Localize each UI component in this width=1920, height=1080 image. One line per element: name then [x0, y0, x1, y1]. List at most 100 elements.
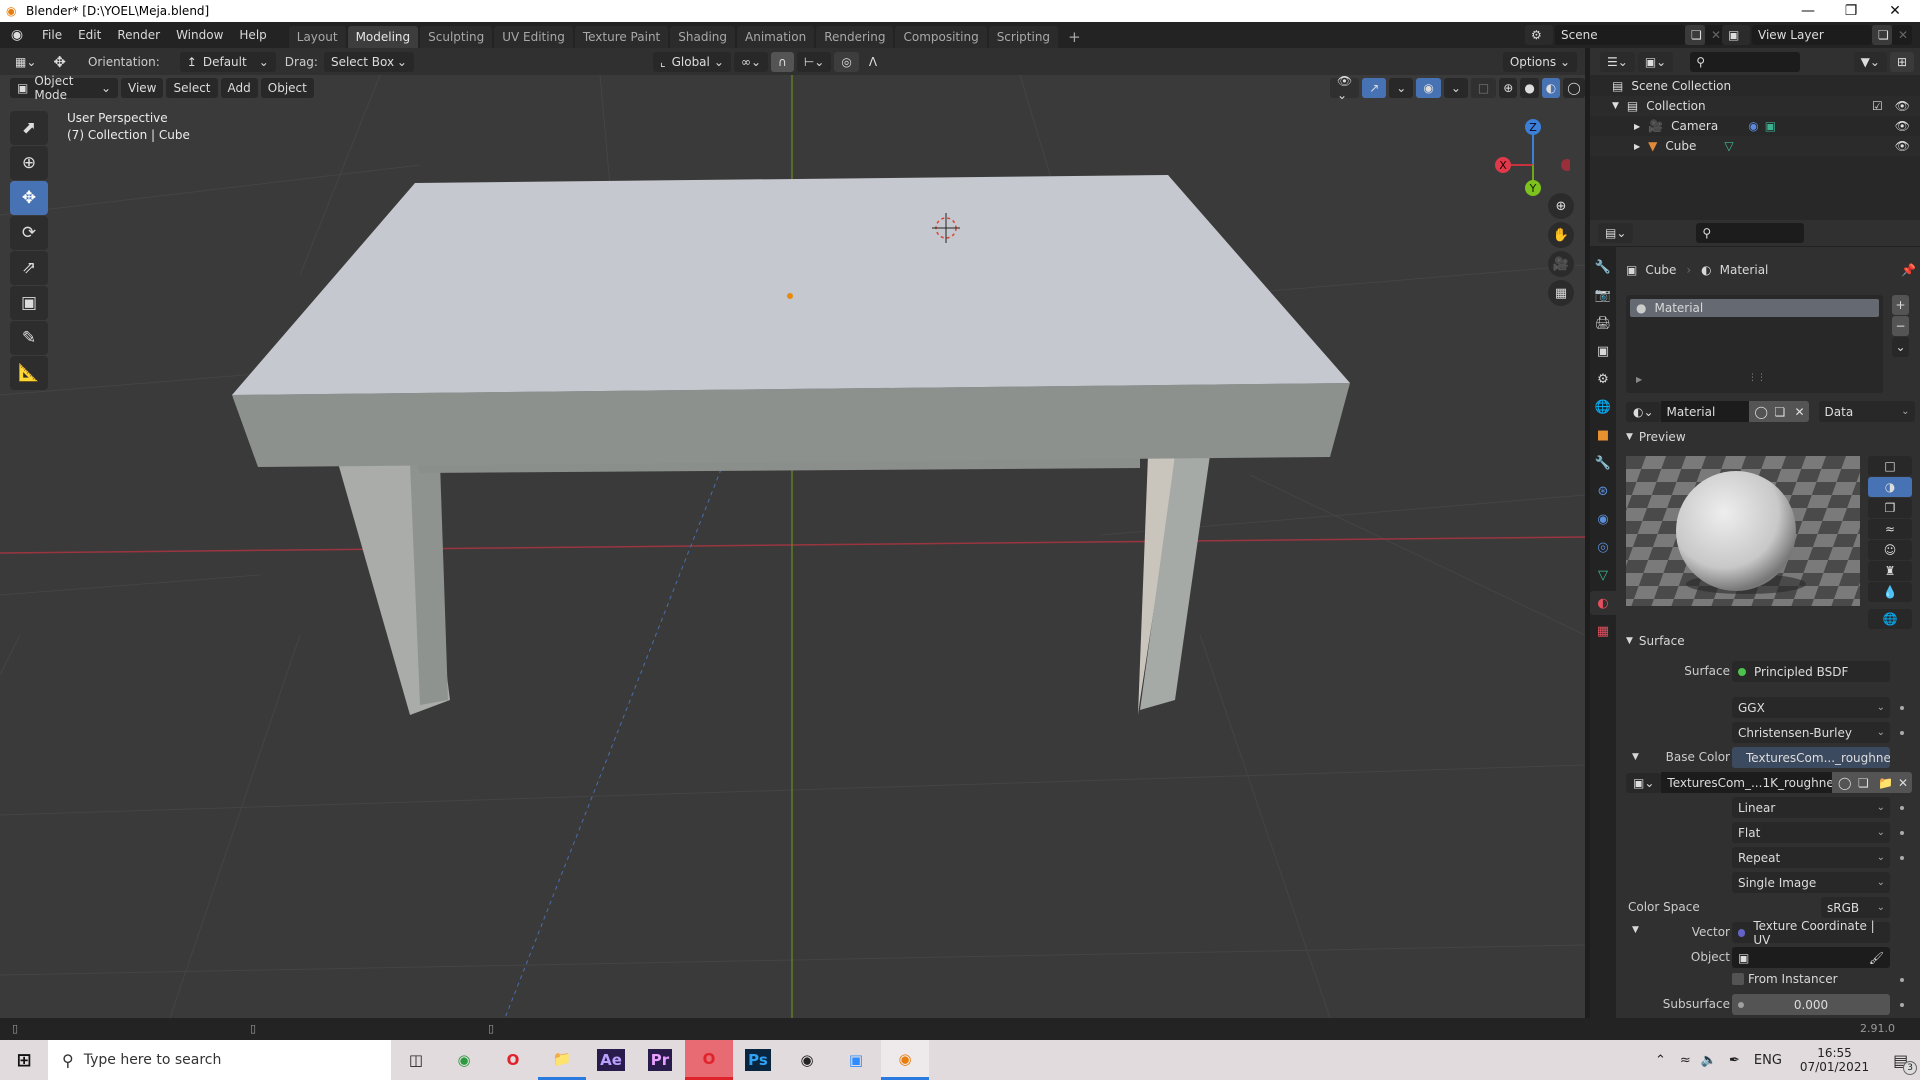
browse-image-icon[interactable]: ▣⌄: [1626, 772, 1662, 793]
camera-view-icon[interactable]: 🎥: [1548, 251, 1574, 277]
opera-icon[interactable]: O: [489, 1040, 537, 1080]
tab-uv-editing[interactable]: UV Editing: [494, 26, 573, 48]
scene-tab-icon[interactable]: ⚙: [1590, 367, 1616, 391]
preview-cube-icon[interactable]: ❐: [1868, 498, 1912, 518]
notifications-icon[interactable]: ▤ 3: [1893, 1051, 1918, 1075]
pin-icon[interactable]: 📌: [1901, 263, 1916, 277]
add-menu[interactable]: Add: [220, 77, 258, 98]
unlink-material-icon[interactable]: ✕: [1788, 401, 1809, 422]
chrome-icon[interactable]: ◉: [440, 1040, 488, 1080]
add-workspace-button[interactable]: +: [1060, 26, 1089, 48]
keyframe-dot[interactable]: [1900, 706, 1904, 710]
premiere-pro-icon[interactable]: Pr: [636, 1040, 684, 1080]
tab-modeling[interactable]: Modeling: [347, 26, 419, 48]
visibility-eye-icon[interactable]: 👁: [1895, 99, 1910, 113]
transform-tool-icon[interactable]: ▣: [10, 286, 48, 320]
slot-specials-button[interactable]: ⌄: [1892, 337, 1909, 357]
duplicate-image-icon[interactable]: ❏: [1852, 772, 1872, 793]
exclude-checkbox[interactable]: ☑: [1872, 99, 1883, 113]
distribution-dropdown[interactable]: GGX ⌄: [1732, 697, 1890, 718]
menu-edit[interactable]: Edit: [70, 22, 109, 48]
tool-tab-icon[interactable]: 🔧: [1590, 255, 1616, 279]
material-name-field[interactable]: Material: [1660, 401, 1749, 422]
visibility-icon[interactable]: 👁⌄: [1330, 75, 1360, 102]
preview-flat-icon[interactable]: □: [1868, 456, 1912, 476]
expand-cube-icon[interactable]: ▶: [1634, 142, 1640, 151]
interpolation-dropdown[interactable]: Linear ⌄: [1732, 797, 1890, 818]
object-picker-field[interactable]: ▣ 🖌: [1732, 947, 1890, 968]
rotate-tool-icon[interactable]: ⟳: [10, 216, 48, 250]
outliner-row-collection[interactable]: ▼ ▤ Collection ☑ 👁: [1590, 96, 1920, 116]
open-image-icon[interactable]: 📁: [1872, 772, 1893, 793]
editor-type-icon[interactable]: ▦⌄: [8, 51, 44, 72]
pan-view-icon[interactable]: ✋: [1548, 222, 1574, 248]
material-tab-icon[interactable]: ◐: [1590, 591, 1616, 615]
modifier-tab-icon[interactable]: 🔧: [1590, 451, 1616, 475]
duplicate-material-icon[interactable]: ❏: [1768, 401, 1789, 422]
opera-gx-icon[interactable]: O: [685, 1040, 733, 1080]
volume-icon[interactable]: 🔈: [1701, 1053, 1717, 1068]
photoshop-icon[interactable]: Ps: [734, 1040, 782, 1080]
scale-tool-icon[interactable]: ⇗: [10, 251, 48, 285]
ortho-toggle-icon[interactable]: ▦: [1548, 280, 1574, 306]
pivot-point-icon[interactable]: ∞⌄: [733, 51, 769, 72]
physics-tab-icon[interactable]: ◉: [1590, 507, 1616, 531]
keyframe-dot[interactable]: [1900, 831, 1904, 835]
render-tab-icon[interactable]: 📷: [1590, 283, 1616, 307]
object-tab-icon[interactable]: ■: [1590, 423, 1616, 447]
drag-dropdown[interactable]: Select Box ⌄: [323, 51, 414, 72]
gizmo-toggle-icon[interactable]: ↗: [1362, 78, 1387, 98]
data-tab-icon[interactable]: ▽: [1590, 563, 1616, 587]
gizmo-dropdown-icon[interactable]: ⌄: [1389, 78, 1414, 98]
obs-icon[interactable]: ◉: [783, 1040, 831, 1080]
wifi-icon[interactable]: ≈: [1680, 1053, 1691, 1068]
outliner-row-cube[interactable]: ▶ ▼ Cube ▽ 👁: [1590, 136, 1920, 156]
visibility-eye-icon[interactable]: 👁: [1895, 119, 1910, 133]
outliner-row-scene-collection[interactable]: ▤ Scene Collection: [1590, 76, 1920, 96]
rendered-shading-icon[interactable]: ◯: [1563, 78, 1585, 98]
extension-dropdown[interactable]: Repeat ⌄: [1732, 847, 1890, 868]
output-tab-icon[interactable]: 🖨: [1590, 311, 1616, 335]
menu-window[interactable]: Window: [168, 22, 231, 48]
keyframe-dot[interactable]: [1900, 1003, 1904, 1007]
file-explorer-icon[interactable]: 📁: [538, 1040, 586, 1080]
color-space-dropdown[interactable]: sRGB ⌄: [1821, 897, 1890, 918]
menu-file[interactable]: File: [34, 22, 70, 48]
fake-user-icon[interactable]: ◯: [1748, 401, 1769, 422]
preview-panel-header[interactable]: ▼ Preview: [1626, 430, 1916, 444]
language-indicator[interactable]: ENG: [1754, 1053, 1782, 1068]
projection-dropdown[interactable]: Flat ⌄: [1732, 822, 1890, 843]
zoom-icon[interactable]: ▣: [832, 1040, 880, 1080]
new-collection-icon[interactable]: ⊞: [1889, 51, 1914, 72]
camera-data-icon[interactable]: ▣: [1765, 119, 1776, 133]
preview-sphere-icon[interactable]: ◑: [1868, 477, 1912, 497]
blender-taskbar-icon[interactable]: ◉: [881, 1040, 929, 1080]
mesh-data-icon[interactable]: ▽: [1724, 139, 1733, 153]
show-hidden-icons[interactable]: ⌃: [1655, 1053, 1666, 1068]
clock[interactable]: 16:55 07/01/2021: [1800, 1046, 1869, 1074]
object-menu[interactable]: Object: [260, 77, 314, 98]
cursor-tool-icon[interactable]: ⊕: [10, 146, 48, 180]
view-layer-tab-icon[interactable]: ▣: [1590, 339, 1616, 363]
after-effects-icon[interactable]: Ae: [587, 1040, 635, 1080]
eyedropper-icon[interactable]: 🖌: [1869, 951, 1884, 965]
orientation-dropdown[interactable]: ↥ Default ⌄: [179, 51, 276, 72]
link-dropdown[interactable]: Data ⌄: [1818, 401, 1915, 422]
scene-name-field[interactable]: Scene: [1555, 25, 1685, 45]
snap-toggle-icon[interactable]: ∩: [771, 51, 794, 72]
preview-monkey-icon[interactable]: ☺: [1868, 540, 1912, 560]
tab-compositing[interactable]: Compositing: [895, 26, 987, 48]
surface-shader-field[interactable]: Principled BSDF: [1732, 661, 1890, 682]
vector-input-field[interactable]: Texture Coordinate | UV: [1732, 919, 1890, 947]
pen-icon[interactable]: ✒: [1729, 1053, 1740, 1068]
new-scene-icon[interactable]: ❏: [1685, 25, 1705, 45]
constraints-tab-icon[interactable]: ◎: [1590, 535, 1616, 559]
image-name-field[interactable]: TexturesCom_...1K_roughness.tif: [1661, 772, 1832, 793]
overlay-toggle-icon[interactable]: ◉: [1416, 78, 1441, 98]
overlay-dropdown-icon[interactable]: ⌄: [1443, 78, 1468, 98]
maximize-button[interactable]: ❐: [1828, 0, 1874, 22]
tab-animation[interactable]: Animation: [737, 26, 815, 48]
texture-tab-icon[interactable]: ▦: [1590, 619, 1616, 643]
preview-cloth-icon[interactable]: ♜: [1868, 561, 1912, 581]
properties-search-input[interactable]: ⚲: [1696, 223, 1805, 243]
